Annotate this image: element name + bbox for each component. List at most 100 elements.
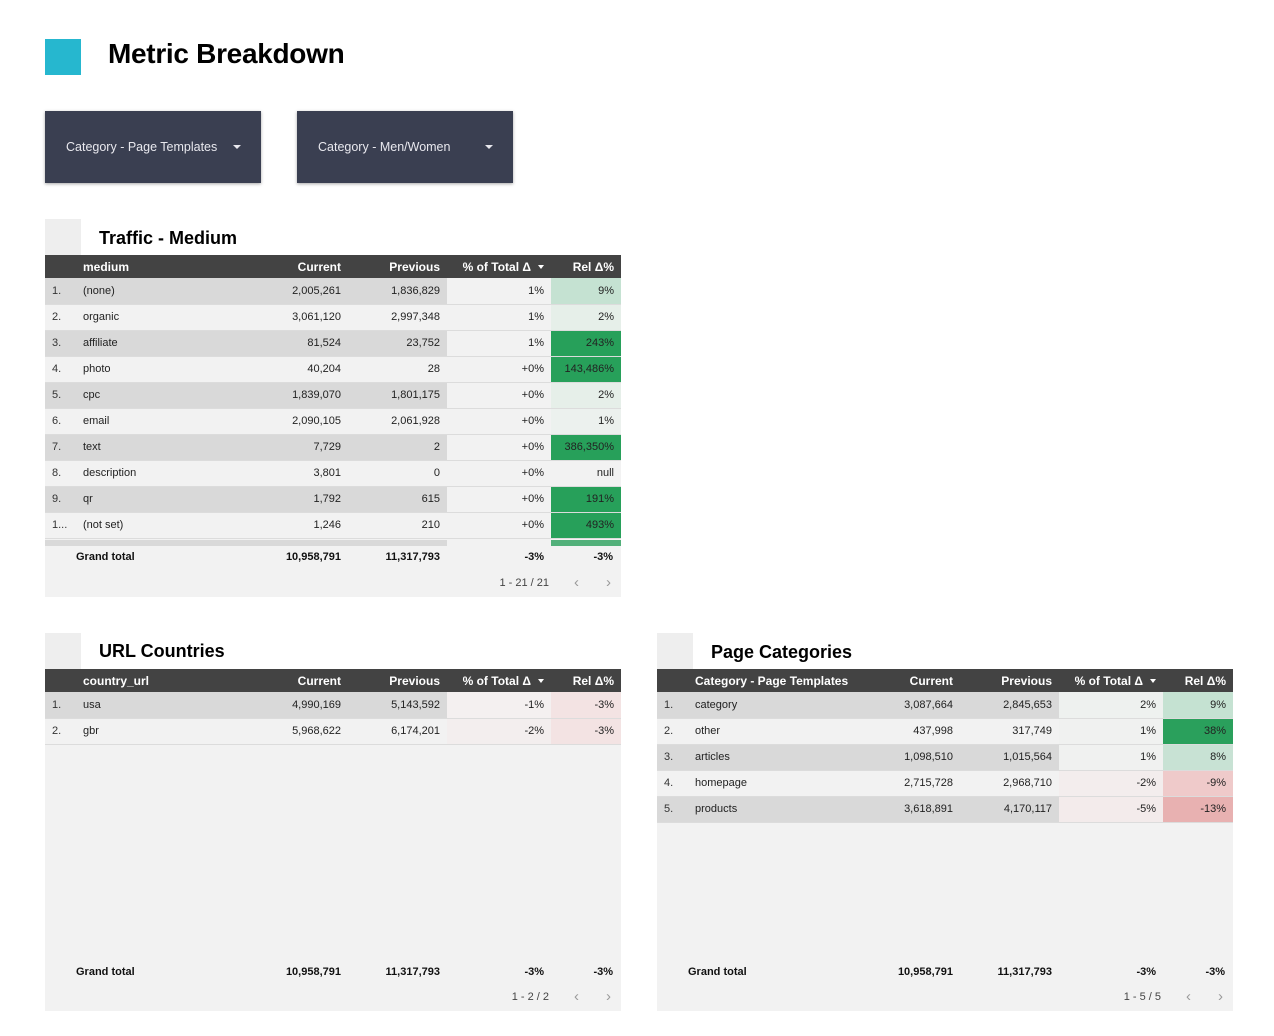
header-previous[interactable]: Previous: [348, 255, 447, 278]
row-current: 2,090,105: [248, 408, 348, 435]
row-current: 5,968,622: [248, 718, 348, 745]
table-row[interactable]: 7. text 7,729 2 +0% 386,350%: [45, 434, 621, 461]
row-index: 2.: [45, 718, 76, 745]
row-index: 1.: [45, 278, 76, 305]
data-table: Category - Page Templates Current Previous…: [657, 669, 1233, 823]
grand-total-label: Grand total: [688, 966, 747, 978]
table-row[interactable]: 5. cpc 1,839,070 1,801,175 +0% 2%: [45, 382, 621, 409]
next-page-icon[interactable]: ›: [606, 574, 611, 591]
row-index: 6.: [45, 408, 76, 435]
prev-page-icon[interactable]: ‹: [574, 574, 579, 591]
row-dimension: (none): [76, 278, 248, 305]
header-rel-delta[interactable]: Rel Δ%: [551, 669, 621, 692]
row-dimension: photo: [76, 356, 248, 383]
filter-label: Category - Men/Women: [318, 140, 451, 154]
row-current: 2,715,728: [860, 770, 960, 797]
row-rel-delta: 2%: [551, 304, 621, 331]
filter-page-templates[interactable]: Category - Page Templates: [45, 111, 261, 183]
row-dimension: email: [76, 408, 248, 435]
row-current: 1,246: [248, 512, 348, 539]
table-row[interactable]: 1... (not set) 1,246 210 +0% 493%: [45, 512, 621, 539]
table-row[interactable]: 3. articles 1,098,510 1,015,564 1% 8%: [657, 744, 1233, 771]
header-pct-total-delta[interactable]: % of Total Δ: [1059, 669, 1163, 692]
row-rel-delta: 2%: [551, 382, 621, 409]
header-current[interactable]: Current: [248, 255, 348, 278]
table-row[interactable]: 8. description 3,801 0 +0% null: [45, 460, 621, 487]
partial-row: [45, 540, 447, 546]
prev-page-icon[interactable]: ‹: [1186, 988, 1191, 1005]
header-dimension[interactable]: medium: [76, 255, 248, 278]
row-dimension: usa: [76, 692, 248, 719]
header-rel-delta[interactable]: Rel Δ%: [551, 255, 621, 278]
row-index: 1.: [45, 692, 76, 719]
header-current[interactable]: Current: [248, 669, 348, 692]
row-dimension: cpc: [76, 382, 248, 409]
table-row[interactable]: 2. other 437,998 317,749 1% 38%: [657, 718, 1233, 745]
table-row[interactable]: 2. organic 3,061,120 2,997,348 1% 2%: [45, 304, 621, 331]
header-current[interactable]: Current: [860, 669, 960, 692]
table-row[interactable]: 2. gbr 5,968,622 6,174,201 -2% -3%: [45, 718, 621, 745]
row-pct-total-delta: -2%: [1059, 770, 1163, 797]
row-dimension: description: [76, 460, 248, 487]
pagination-range: 1 - 5 / 5: [1123, 991, 1161, 1003]
table-row[interactable]: 5. products 3,618,891 4,170,117 -5% -13%: [657, 796, 1233, 823]
row-index: 4.: [45, 356, 76, 383]
filter-label: Category - Page Templates: [66, 140, 218, 154]
row-previous: 2,997,348: [348, 304, 447, 331]
header-pct-total-delta[interactable]: % of Total Δ: [447, 669, 551, 692]
header-rel-delta[interactable]: Rel Δ%: [1163, 669, 1233, 692]
grand-total-previous: 11,317,793: [385, 966, 440, 978]
table-row[interactable]: 1. (none) 2,005,261 1,836,829 1% 9%: [45, 278, 621, 305]
table-row[interactable]: 4. photo 40,204 28 +0% 143,486%: [45, 356, 621, 383]
row-current: 1,098,510: [860, 744, 960, 771]
row-dimension: affiliate: [76, 330, 248, 357]
row-rel-delta: -13%: [1163, 796, 1233, 823]
header-previous[interactable]: Previous: [348, 669, 447, 692]
table-row[interactable]: 4. homepage 2,715,728 2,968,710 -2% -9%: [657, 770, 1233, 797]
table-row[interactable]: 1. usa 4,990,169 5,143,592 -1% -3%: [45, 692, 621, 719]
header-label: % of Total Δ: [462, 673, 531, 688]
row-pct-total-delta: +0%: [447, 356, 551, 383]
row-previous: 6,174,201: [348, 718, 447, 745]
row-dimension: organic: [76, 304, 248, 331]
pagination-range: 1 - 21 / 21: [499, 577, 549, 589]
next-page-icon[interactable]: ›: [1218, 988, 1223, 1005]
header-dimension[interactable]: Category - Page Templates: [688, 669, 860, 692]
header-pct-total-delta[interactable]: % of Total Δ: [447, 255, 551, 278]
table-row[interactable]: 3. affiliate 81,524 23,752 1% 243%: [45, 330, 621, 357]
grand-total-pct-total: -3%: [524, 551, 544, 563]
row-previous: 28: [348, 356, 447, 383]
data-table: medium Current Previous% of Total Δ Rel Δ% 1…: [45, 255, 621, 539]
row-dimension: products: [688, 796, 860, 823]
panel-tab: [657, 633, 693, 669]
row-dimension: text: [76, 434, 248, 461]
grand-total-previous: 11,317,793: [385, 551, 440, 563]
filter-men-women[interactable]: Category - Men/Women: [297, 111, 513, 183]
row-pct-total-delta: +0%: [447, 382, 551, 409]
row-previous: 2,968,710: [960, 770, 1059, 797]
header-dimension[interactable]: country_url: [76, 669, 248, 692]
header-label: % of Total Δ: [462, 259, 531, 274]
row-current: 81,524: [248, 330, 348, 357]
row-current: 1,792: [248, 486, 348, 513]
grand-total-current: 10,958,791: [285, 966, 341, 978]
row-pct-total-delta: +0%: [447, 434, 551, 461]
grand-total-rel: -3%: [1205, 966, 1225, 978]
header-previous[interactable]: Previous: [960, 669, 1059, 692]
row-index: 5.: [657, 796, 688, 823]
grand-total-label: Grand total: [76, 551, 135, 563]
row-rel-delta: 9%: [1163, 692, 1233, 719]
prev-page-icon[interactable]: ‹: [574, 988, 579, 1005]
row-rel-delta: 143,486%: [551, 356, 621, 383]
page-title: Metric Breakdown: [108, 38, 345, 69]
row-index: 3.: [45, 330, 76, 357]
grand-total-current: 10,958,791: [897, 966, 953, 978]
row-index: 1...: [45, 512, 76, 539]
panel-tab: [45, 633, 81, 669]
table-row[interactable]: 9. qr 1,792 615 +0% 191%: [45, 486, 621, 513]
next-page-icon[interactable]: ›: [606, 988, 611, 1005]
row-previous: 1,015,564: [960, 744, 1059, 771]
table-row[interactable]: 6. email 2,090,105 2,061,928 +0% 1%: [45, 408, 621, 435]
row-previous: 0: [348, 460, 447, 487]
table-row[interactable]: 1. category 3,087,664 2,845,653 2% 9%: [657, 692, 1233, 719]
